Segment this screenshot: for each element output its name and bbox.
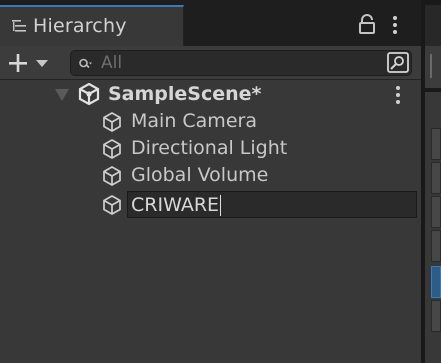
rename-input[interactable]: CRIWARE — [127, 191, 417, 218]
gameobject-cube-icon — [103, 195, 121, 215]
search-mode-icon[interactable] — [384, 51, 412, 75]
adjacent-toolbar — [425, 46, 441, 88]
unity-scene-icon — [78, 83, 100, 105]
adjacent-list-item[interactable] — [431, 128, 441, 160]
gameobject-label: Global Volume — [131, 164, 269, 186]
gameobject-row[interactable]: Global Volume — [0, 162, 421, 189]
gameobject-cube-icon — [103, 166, 121, 186]
add-create-button[interactable] — [6, 50, 54, 76]
search-input[interactable] — [101, 52, 371, 74]
tab-bar: Hierarchy — [0, 0, 421, 46]
lock-icon[interactable] — [358, 14, 376, 34]
search-icon — [79, 58, 92, 69]
tab-title: Hierarchy — [33, 15, 127, 37]
adjacent-list-item[interactable] — [431, 196, 441, 228]
adjacent-tab[interactable] — [425, 5, 441, 46]
adjacent-list-item[interactable] — [431, 162, 441, 194]
scene-row[interactable]: SampleScene* — [0, 81, 421, 108]
tab-hierarchy[interactable]: Hierarchy — [0, 5, 184, 46]
plus-icon — [9, 54, 27, 72]
chevron-down-icon — [36, 60, 48, 67]
adjacent-list-item-selected[interactable] — [431, 266, 441, 298]
scene-menu-icon[interactable] — [394, 85, 402, 105]
gameobject-row-renaming[interactable]: CRIWARE — [0, 191, 421, 218]
kebab-menu-icon[interactable] — [391, 15, 399, 35]
search-field[interactable] — [70, 50, 412, 76]
resize-grip[interactable] — [430, 54, 432, 78]
gameobject-label: Main Camera — [131, 110, 257, 132]
gameobject-label: Directional Light — [131, 137, 288, 159]
text-caret — [220, 195, 221, 216]
gameobject-cube-icon — [103, 139, 121, 159]
adjacent-panel-edge — [421, 0, 441, 363]
gameobject-cube-icon — [103, 112, 121, 132]
scene-name: SampleScene* — [108, 83, 262, 105]
hierarchy-panel: Hierarchy All SampleScene* Main Camera D… — [0, 0, 421, 363]
gameobject-row[interactable]: Directional Light — [0, 135, 421, 162]
rename-value: CRIWARE — [131, 194, 220, 216]
adjacent-list-item[interactable] — [431, 230, 441, 262]
expand-arrow-icon[interactable] — [55, 89, 69, 101]
hierarchy-toolbar — [0, 46, 421, 80]
adjacent-list-item[interactable] — [431, 300, 441, 332]
editor-window: Hierarchy All SampleScene* Main Camera D… — [0, 0, 441, 363]
gameobject-row[interactable]: Main Camera — [0, 108, 421, 135]
hierarchy-list-icon — [12, 20, 26, 32]
